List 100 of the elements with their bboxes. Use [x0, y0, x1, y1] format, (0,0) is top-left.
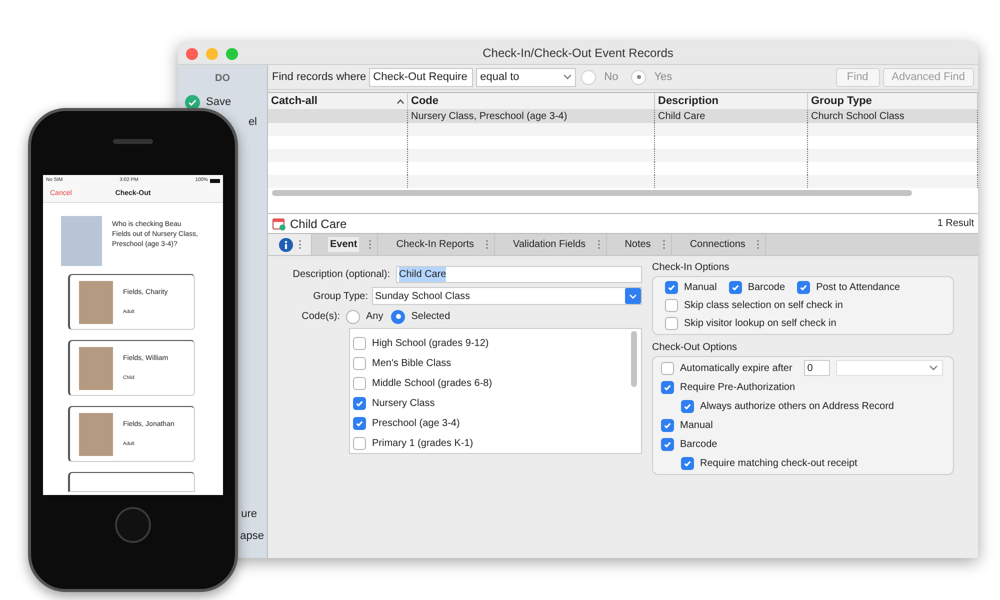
checkbox[interactable]	[353, 336, 366, 350]
zoom-button[interactable]	[226, 48, 238, 60]
vertical-scrollbar[interactable]	[631, 331, 637, 387]
radio-button[interactable]	[631, 70, 646, 84]
radio-button[interactable]	[391, 310, 406, 324]
checkmark-icon	[799, 283, 808, 292]
operator-dropdown[interactable]: equal to	[476, 68, 576, 86]
tab[interactable]: Notes	[622, 237, 653, 252]
option-label: Skip class selection on self check in	[684, 299, 843, 313]
option-label: Always authorize others on Address Record	[700, 400, 894, 414]
checkmark-icon	[663, 421, 672, 430]
unit-dropdown[interactable]	[836, 360, 943, 376]
drag-handle-icon	[598, 240, 600, 249]
checkbox[interactable]	[681, 400, 694, 413]
photo-placeholder	[79, 412, 113, 456]
table-row[interactable]: Nursery Class, Preschool (age 3-4) Child Care Church School Class	[268, 110, 978, 123]
checkbox[interactable]	[661, 362, 674, 374]
column-header[interactable]: Description	[658, 92, 719, 110]
group-title: Check-In Options	[652, 261, 730, 275]
field-label: Group Type:	[312, 290, 368, 304]
group-title: Check-Out Options	[652, 341, 738, 355]
sidebar-item[interactable]: el	[248, 114, 257, 130]
checkbox[interactable]	[353, 396, 366, 410]
checkbox[interactable]	[665, 281, 678, 294]
minimize-button[interactable]	[206, 48, 218, 60]
code-label: Primary 1 (grades K-1)	[372, 436, 474, 450]
horizontal-scrollbar[interactable]	[272, 190, 912, 196]
option-label: Automatically expire after	[680, 362, 792, 376]
result-count: 1 Result	[937, 217, 974, 231]
person-card[interactable]	[68, 472, 195, 492]
checkbox[interactable]	[353, 376, 366, 390]
photo-placeholder	[79, 280, 113, 324]
drag-handle-icon	[757, 240, 760, 249]
checkmark-icon	[663, 383, 672, 392]
drag-handle-icon	[662, 240, 665, 249]
option-label: Require matching check-out receipt	[700, 457, 858, 471]
description-field[interactable]: Child Care	[396, 266, 642, 283]
table-cell: Child Care	[658, 111, 706, 122]
record-title: Child Care	[290, 216, 347, 232]
close-button[interactable]	[186, 48, 198, 60]
checkbox[interactable]	[661, 438, 674, 451]
checkbox[interactable]	[661, 419, 674, 432]
battery-icon	[210, 178, 220, 182]
expire-value-field[interactable]: 0	[804, 360, 830, 376]
checkbox[interactable]	[797, 281, 810, 294]
checkbox[interactable]	[353, 356, 366, 370]
column-header[interactable]: Group Type	[811, 92, 872, 110]
checkmark-icon	[355, 398, 364, 408]
checkmark-icon	[663, 440, 672, 449]
code-label: Preschool (age 3-4)	[372, 416, 460, 430]
option-label: Manual	[684, 281, 717, 295]
tab[interactable]: Connections	[688, 237, 748, 252]
radio-button[interactable]	[346, 310, 360, 324]
tab[interactable]: Check-In Reports	[394, 237, 476, 252]
table-cell: Church School Class	[811, 111, 904, 122]
column-header[interactable]: Catch-all	[271, 92, 318, 110]
checkmark-icon	[355, 418, 364, 428]
drag-handle-icon	[298, 240, 300, 249]
window-title: Check-In/Check-Out Event Records	[482, 45, 674, 62]
sidebar-item[interactable]: apse	[240, 528, 264, 544]
info-icon[interactable]	[278, 238, 292, 252]
checkbox[interactable]	[661, 381, 674, 394]
group-type-dropdown[interactable]: Sunday School Class	[372, 287, 642, 305]
field-label: Code(s):	[300, 310, 340, 324]
checkbox[interactable]	[353, 436, 366, 450]
table-cell: Nursery Class, Preschool (age 3-4)	[411, 111, 568, 122]
code-label: Middle School (grades 6-8)	[372, 376, 492, 390]
tab[interactable]: Event	[328, 237, 360, 252]
checkbox[interactable]	[728, 281, 742, 294]
option-label: Post to Attendance	[816, 281, 900, 295]
code-label: Nursery Class	[372, 396, 435, 410]
checkmark-icon	[667, 283, 676, 292]
field-dropdown[interactable]: Check-Out Require	[369, 68, 474, 86]
checkbox[interactable]	[681, 457, 694, 470]
code-label: High School (grades 9-12)	[372, 336, 489, 350]
drag-handle-icon	[369, 240, 372, 249]
checkmark-icon	[683, 459, 692, 468]
checkbox[interactable]	[665, 299, 678, 312]
radio-label: Any	[366, 310, 384, 324]
find-label: Find records where	[272, 70, 366, 85]
option-label: Barcode	[748, 281, 786, 295]
calendar-check-icon	[272, 216, 286, 230]
drag-handle-icon	[486, 240, 488, 249]
sidebar-heading: DO	[215, 72, 230, 86]
option-label: Barcode	[680, 438, 718, 452]
option-label: Require Pre-Authorization	[680, 381, 796, 395]
home-button[interactable]	[115, 507, 151, 543]
checkbox[interactable]	[665, 317, 678, 330]
radio-button[interactable]	[581, 70, 596, 84]
option-label: Manual	[680, 419, 713, 433]
code-label: Men's Bible Class	[372, 356, 452, 370]
sidebar-item[interactable]: ure	[241, 506, 257, 522]
checkmark-icon	[730, 283, 740, 292]
column-header[interactable]: Code	[411, 92, 438, 110]
option-label: Skip visitor lookup on self check in	[684, 317, 836, 331]
checkmark-icon	[683, 402, 692, 411]
radio-label: Selected	[411, 310, 450, 324]
radio-label: Yes	[654, 70, 672, 85]
checkbox[interactable]	[353, 416, 366, 430]
tab[interactable]: Validation Fields	[511, 237, 588, 252]
